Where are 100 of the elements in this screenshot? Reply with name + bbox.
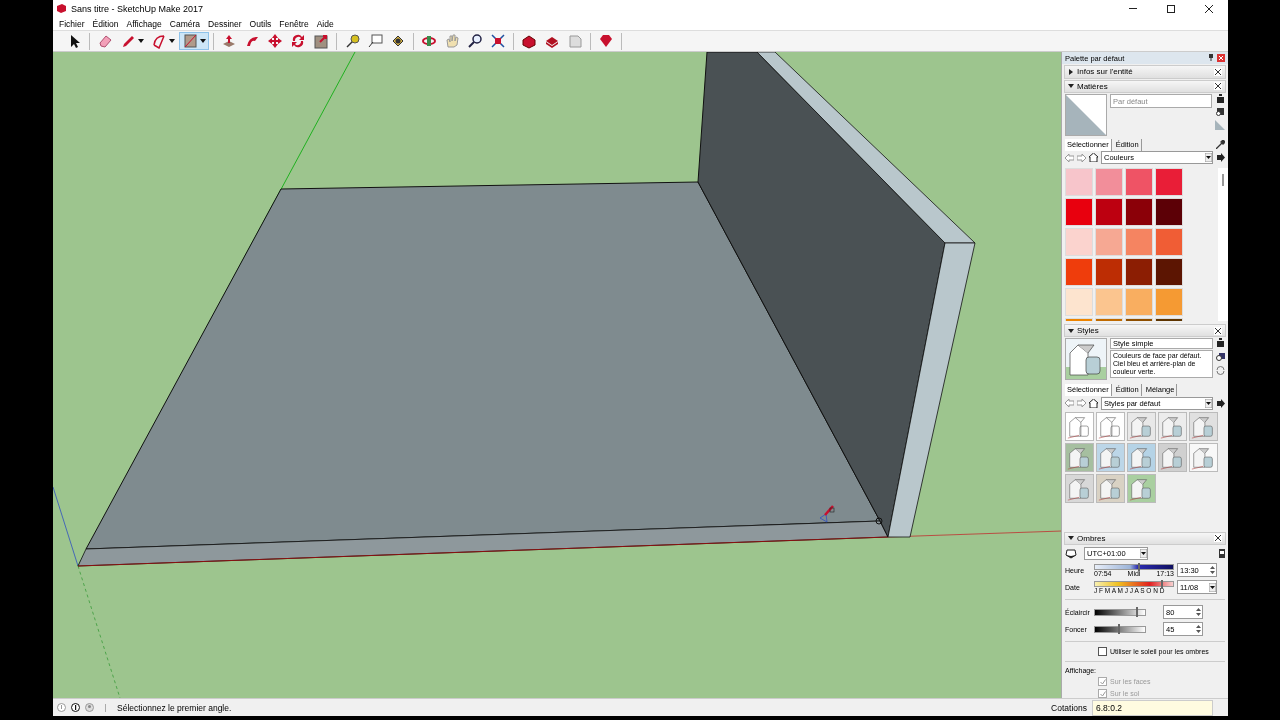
panel-header[interactable]: Infos sur l'entité xyxy=(1064,65,1226,79)
panel-title: Styles xyxy=(1077,326,1099,335)
panel-header[interactable]: Matières xyxy=(1064,79,1226,94)
scale-icon xyxy=(313,33,329,50)
color-swatch[interactable] xyxy=(1065,167,1093,196)
pencil-icon xyxy=(120,33,136,50)
color-swatch[interactable] xyxy=(1095,197,1123,226)
info-icon[interactable] xyxy=(71,703,80,712)
create-style-icon[interactable] xyxy=(1216,352,1225,362)
paint-bucket-icon[interactable] xyxy=(1217,338,1224,348)
style-thumbnail[interactable] xyxy=(1189,411,1218,441)
color-swatch[interactable] xyxy=(1095,227,1123,256)
close-icon[interactable] xyxy=(1217,54,1225,63)
color-swatch[interactable] xyxy=(1065,257,1093,286)
style-thumbnail[interactable] xyxy=(1065,473,1094,503)
slider-track[interactable] xyxy=(1094,608,1146,616)
close-icon xyxy=(1205,4,1213,13)
dropdown-arrow-icon[interactable] xyxy=(1140,549,1147,559)
time-slider[interactable] xyxy=(1094,563,1174,570)
color-swatch[interactable] xyxy=(1125,257,1153,286)
back-arrow-icon[interactable] xyxy=(1065,399,1074,408)
paint-bucket-icon[interactable] xyxy=(1216,94,1224,104)
app-logo-icon xyxy=(57,4,66,13)
color-swatch[interactable] xyxy=(1095,257,1123,286)
close-icon xyxy=(1215,327,1221,334)
caret-icon xyxy=(138,39,144,44)
push-pull-icon xyxy=(221,33,237,50)
create-material-icon[interactable] xyxy=(1215,107,1225,117)
shadow-toggle-icon[interactable] xyxy=(1065,548,1077,559)
zoom-icon xyxy=(467,33,483,50)
color-swatch[interactable] xyxy=(1155,227,1183,256)
slider-track[interactable] xyxy=(1094,625,1146,633)
spin-arrows-icon[interactable] xyxy=(1195,607,1202,618)
forward-arrow-icon[interactable] xyxy=(1077,399,1086,408)
color-swatch[interactable] xyxy=(1125,287,1153,316)
style-thumbnail[interactable] xyxy=(1127,442,1156,472)
color-swatch[interactable] xyxy=(1155,167,1183,196)
user-icon[interactable] xyxy=(85,703,94,712)
pin-icon[interactable] xyxy=(1208,54,1214,62)
checkbox[interactable] xyxy=(1098,647,1107,657)
style-thumbnail[interactable] xyxy=(1096,442,1125,472)
eyedropper-icon[interactable] xyxy=(1216,140,1225,150)
slider-thumb[interactable] xyxy=(1161,579,1164,588)
style-thumbnail[interactable] xyxy=(1096,473,1125,503)
menu-item[interactable]: Dessiner xyxy=(204,18,246,29)
style-thumbnail[interactable] xyxy=(1127,411,1156,441)
panel-header[interactable]: Styles xyxy=(1064,323,1226,338)
rotate-icon xyxy=(290,33,306,50)
color-swatch[interactable] xyxy=(1155,287,1183,316)
slider-thumb[interactable] xyxy=(1117,623,1120,634)
refresh-icon[interactable] xyxy=(1216,366,1225,376)
details-arrow-icon[interactable] xyxy=(1216,153,1225,163)
slider-thumb[interactable] xyxy=(1137,562,1140,571)
style-thumbnail[interactable] xyxy=(1158,411,1187,441)
color-swatch[interactable] xyxy=(1065,287,1093,316)
color-swatch[interactable] xyxy=(1125,197,1153,226)
spin-arrows-icon[interactable] xyxy=(1209,565,1216,576)
style-thumbnail[interactable] xyxy=(1065,411,1094,441)
menu-item[interactable]: Fichier xyxy=(55,18,89,29)
tape-measure-icon xyxy=(344,33,360,50)
color-swatch[interactable] xyxy=(1095,167,1123,196)
panel-title: Ombres xyxy=(1077,533,1106,543)
menu-item[interactable]: Outils xyxy=(245,18,276,29)
measurements-label: Cotations xyxy=(1051,702,1087,713)
eraser-icon xyxy=(97,33,113,50)
color-swatch[interactable] xyxy=(1125,227,1153,256)
color-swatch[interactable] xyxy=(1125,167,1153,196)
color-swatch[interactable] xyxy=(1065,197,1093,226)
style-thumbnail[interactable] xyxy=(1127,473,1156,503)
date-slider[interactable] xyxy=(1094,580,1174,587)
panel-title: Infos sur l'entité xyxy=(1077,67,1133,77)
dropdown-arrow-icon[interactable] xyxy=(1205,398,1212,408)
color-swatch[interactable] xyxy=(1095,287,1123,316)
close-icon xyxy=(1215,535,1221,542)
back-arrow-icon[interactable] xyxy=(1065,153,1074,162)
close-icon xyxy=(1215,83,1221,90)
style-thumbnail[interactable] xyxy=(1189,442,1218,472)
color-swatch[interactable] xyxy=(1065,227,1093,256)
spin-arrows-icon[interactable] xyxy=(1195,624,1202,635)
details-arrow-icon[interactable] xyxy=(1216,398,1225,408)
style-preview xyxy=(1065,338,1107,381)
style-thumbnail[interactable] xyxy=(1096,411,1125,441)
color-swatch[interactable] xyxy=(1155,197,1183,226)
dropdown-arrow-icon[interactable] xyxy=(1209,582,1216,592)
menu-item[interactable]: Fenêtre xyxy=(275,18,313,29)
home-icon[interactable] xyxy=(1089,153,1098,163)
forward-arrow-icon[interactable] xyxy=(1077,153,1086,162)
home-icon[interactable] xyxy=(1089,398,1098,408)
menu-item[interactable]: Caméra xyxy=(165,18,205,29)
measurements-field[interactable]: 6.8:0.2 xyxy=(1092,699,1213,716)
menu-item[interactable]: Édition xyxy=(88,18,123,29)
dropdown-arrow-icon[interactable] xyxy=(1205,153,1212,163)
measurements-value: 6.8:0.2 xyxy=(1096,702,1122,713)
style-thumbnail[interactable] xyxy=(1065,442,1094,472)
style-thumbnail[interactable] xyxy=(1158,442,1187,472)
color-swatch[interactable] xyxy=(1155,257,1183,286)
menu-item[interactable]: Aide xyxy=(312,18,338,29)
details-icon[interactable] xyxy=(1219,549,1225,559)
panel-header[interactable]: Ombres xyxy=(1064,531,1226,546)
menu-item[interactable]: Affichage xyxy=(122,18,166,29)
